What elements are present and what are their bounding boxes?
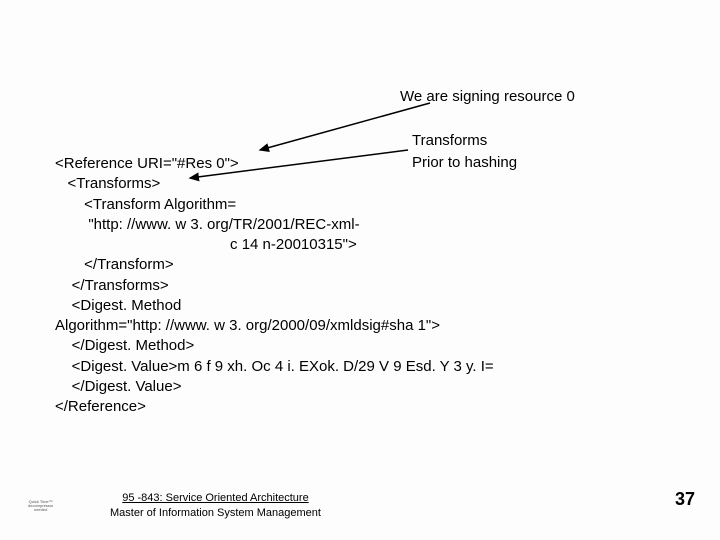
code-line: c 14 n-20010315"> xyxy=(55,236,357,253)
code-line: Algorithm="http: //www. w 3. org/2000/09… xyxy=(55,317,440,334)
code-line: </Digest. Method> xyxy=(55,337,194,354)
xml-code-block: <Reference URI="#Res 0"> <Transforms> <T… xyxy=(55,154,494,417)
slide-number: 37 xyxy=(675,489,695,510)
footer-course: 95 -843: Service Oriented Architecture xyxy=(122,492,308,504)
code-line: "http: //www. w 3. org/TR/2001/REC-xml- xyxy=(55,216,360,233)
code-line: <Reference URI="#Res 0"> xyxy=(55,155,239,172)
arrow-signing xyxy=(260,103,430,150)
footer-left: 95 -843: Service Oriented Architecture M… xyxy=(110,491,321,520)
watermark-icon: Quick Time™decompressorneeded xyxy=(28,500,53,512)
code-line: </Reference> xyxy=(55,398,146,415)
code-line: </Digest. Value> xyxy=(55,378,181,395)
annotation-transforms: Transforms xyxy=(412,132,487,149)
footer-dept: Master of Information System Management xyxy=(110,507,321,519)
code-line: <Transforms> xyxy=(55,175,160,192)
code-line: <Transform Algorithm= xyxy=(55,196,236,213)
code-line: <Digest. Method xyxy=(55,297,181,314)
code-line: </Transforms> xyxy=(55,277,169,294)
code-line: </Transform> xyxy=(55,256,174,273)
code-line: <Digest. Value>m 6 f 9 xh. Oc 4 i. EXok.… xyxy=(55,358,494,375)
annotation-signing: We are signing resource 0 xyxy=(400,88,575,105)
